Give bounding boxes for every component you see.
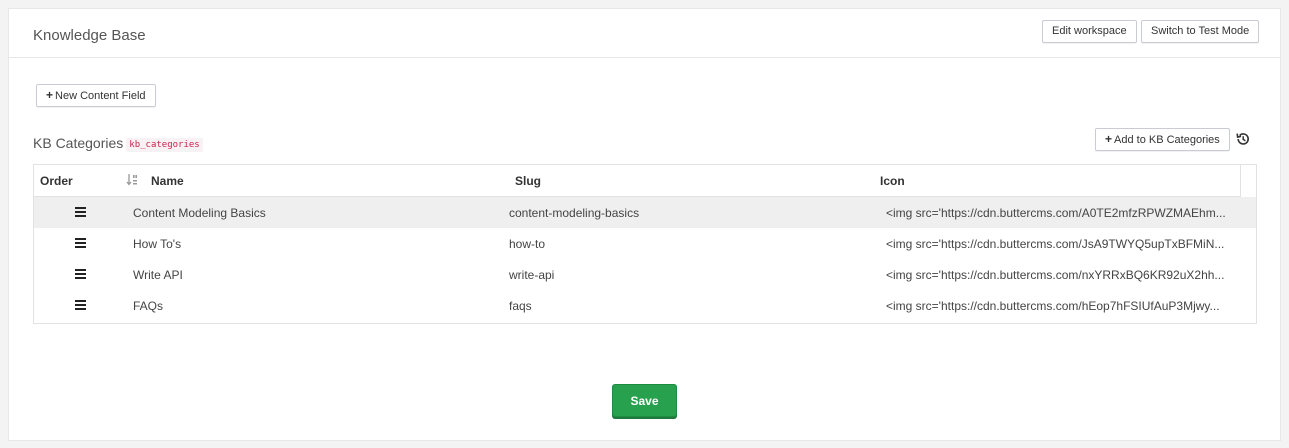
table-header: Order Name Slug Icon [34, 165, 1241, 197]
column-header-order[interactable]: Order [40, 174, 73, 188]
table-row[interactable]: How To's how-to <img src='https://cdn.bu… [34, 228, 1256, 259]
sort-icon[interactable] [126, 173, 138, 187]
row-name: FAQs [133, 299, 164, 313]
row-slug: faqs [509, 299, 532, 313]
row-slug: write-api [509, 268, 555, 282]
table-row[interactable]: FAQs faqs <img src='https://cdn.buttercm… [34, 290, 1256, 321]
section-title: KB Categories kb_categories [33, 135, 203, 152]
row-slug: how-to [509, 237, 546, 251]
column-header-slug[interactable]: Slug [515, 174, 541, 188]
add-kb-category-button[interactable]: + Add to KB Categories [1095, 128, 1230, 151]
table-row[interactable]: Content Modeling Basics content-modeling… [34, 197, 1256, 228]
row-icon-value: <img src='https://cdn.buttercms.com/JsA9… [886, 237, 1225, 251]
new-content-field-label: New Content Field [55, 90, 146, 102]
row-slug: content-modeling-basics [509, 206, 640, 220]
row-icon-value: <img src='https://cdn.buttercms.com/hEop… [886, 299, 1220, 313]
add-kb-category-label: Add to KB Categories [1114, 134, 1220, 146]
row-name: Content Modeling Basics [133, 206, 266, 220]
page-header: Knowledge Base Edit workspace Switch to … [9, 9, 1280, 58]
row-name: Write API [133, 268, 183, 282]
drag-handle-icon[interactable] [75, 300, 86, 310]
history-icon[interactable] [1235, 131, 1251, 147]
drag-handle-icon[interactable] [75, 238, 86, 248]
drag-handle-icon[interactable] [75, 207, 86, 217]
kb-categories-table: Order Name Slug Icon Content Modeling Ba… [33, 164, 1257, 324]
row-icon-value: <img src='https://cdn.buttercms.com/A0TE… [886, 206, 1226, 220]
section-title-text: KB Categories [33, 135, 124, 151]
table-row[interactable]: Write API write-api <img src='https://cd… [34, 259, 1256, 290]
switch-test-mode-button[interactable]: Switch to Test Mode [1141, 20, 1260, 43]
row-name: How To's [133, 237, 182, 251]
plus-icon: + [1105, 132, 1113, 146]
save-button[interactable]: Save [612, 384, 677, 417]
plus-icon: + [46, 88, 54, 102]
column-header-name[interactable]: Name [151, 174, 184, 188]
content-panel: Knowledge Base Edit workspace Switch to … [8, 8, 1281, 441]
column-header-icon[interactable]: Icon [880, 174, 905, 188]
field-key-badge: kb_categories [126, 138, 203, 152]
new-content-field-button[interactable]: + New Content Field [36, 84, 156, 107]
page-title: Knowledge Base [33, 27, 146, 44]
row-icon-value: <img src='https://cdn.buttercms.com/nxYR… [886, 268, 1225, 282]
drag-handle-icon[interactable] [75, 269, 86, 279]
edit-workspace-button[interactable]: Edit workspace [1042, 20, 1137, 43]
